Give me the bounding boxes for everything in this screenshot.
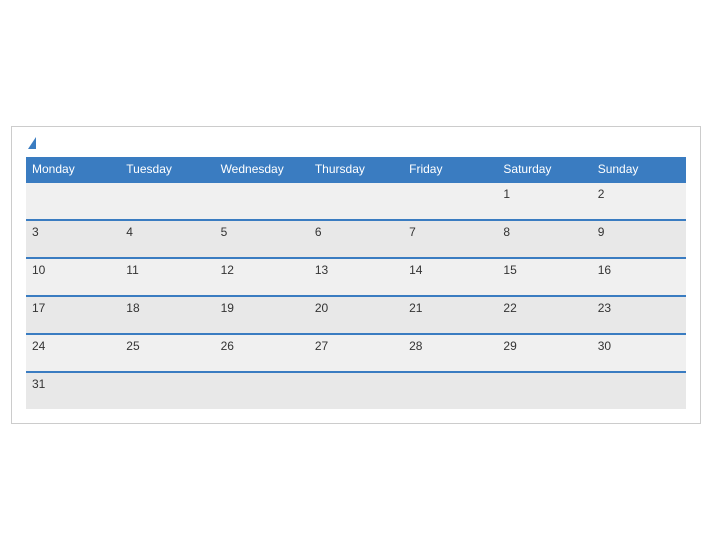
calendar-cell: 6 [309,220,403,258]
calendar-cell: 10 [26,258,120,296]
calendar-cell: 1 [497,182,591,220]
day-number: 8 [503,225,510,239]
calendar-cell: 20 [309,296,403,334]
day-number: 16 [598,263,611,277]
day-number: 26 [221,339,234,353]
calendar-cell: 13 [309,258,403,296]
calendar-cell: 19 [215,296,309,334]
calendar-cell: 17 [26,296,120,334]
day-number: 21 [409,301,422,315]
day-number: 15 [503,263,516,277]
day-number: 30 [598,339,611,353]
day-number: 11 [126,263,138,277]
weekday-header-thursday: Thursday [309,157,403,182]
calendar-cell: 12 [215,258,309,296]
calendar-thead: MondayTuesdayWednesdayThursdayFridaySatu… [26,157,686,182]
weekday-header-monday: Monday [26,157,120,182]
week-row-0: 12 [26,182,686,220]
calendar-cell [120,372,214,409]
calendar-cell: 15 [497,258,591,296]
calendar-cell: 24 [26,334,120,372]
calendar-cell: 7 [403,220,497,258]
calendar-container: MondayTuesdayWednesdayThursdayFridaySatu… [11,126,701,424]
calendar-cell: 14 [403,258,497,296]
day-number: 24 [32,339,45,353]
day-number: 1 [503,187,510,201]
day-number: 23 [598,301,611,315]
logo-triangle-icon [28,137,36,149]
day-number: 20 [315,301,328,315]
day-number: 31 [32,377,45,391]
weekday-header-sunday: Sunday [592,157,686,182]
calendar-cell: 22 [497,296,591,334]
day-number: 25 [126,339,139,353]
day-number: 13 [315,263,328,277]
day-number: 19 [221,301,234,315]
week-row-5: 31 [26,372,686,409]
weekday-header-friday: Friday [403,157,497,182]
day-number: 29 [503,339,516,353]
week-row-1: 3 4 5 6 7 8 9 [26,220,686,258]
day-number: 9 [598,225,605,239]
weekday-header-tuesday: Tuesday [120,157,214,182]
calendar-cell: 26 [215,334,309,372]
calendar-cell: 27 [309,334,403,372]
calendar-cell [309,182,403,220]
week-row-2: 10 11 12 13 14 15 16 [26,258,686,296]
day-number: 12 [221,263,234,277]
day-number: 28 [409,339,422,353]
calendar-cell [309,372,403,409]
calendar-cell [26,182,120,220]
day-number: 18 [126,301,139,315]
day-number: 27 [315,339,328,353]
day-number: 5 [221,225,228,239]
day-number: 7 [409,225,416,239]
weekday-header-wednesday: Wednesday [215,157,309,182]
calendar-cell: 8 [497,220,591,258]
calendar-cell: 21 [403,296,497,334]
calendar-header [26,137,686,151]
calendar-cell: 31 [26,372,120,409]
weekday-header-row: MondayTuesdayWednesdayThursdayFridaySatu… [26,157,686,182]
calendar-cell: 16 [592,258,686,296]
calendar-cell [120,182,214,220]
calendar-cell [215,372,309,409]
day-number: 22 [503,301,516,315]
day-number: 14 [409,263,422,277]
day-number: 6 [315,225,322,239]
day-number: 2 [598,187,605,201]
week-row-3: 17 18 19 20 21 22 23 [26,296,686,334]
calendar-cell [403,182,497,220]
calendar-cell: 23 [592,296,686,334]
calendar-cell [592,372,686,409]
logo-area [26,137,36,151]
calendar-cell: 25 [120,334,214,372]
day-number: 3 [32,225,39,239]
weekday-header-saturday: Saturday [497,157,591,182]
calendar-cell: 30 [592,334,686,372]
day-number: 10 [32,263,45,277]
calendar-cell: 11 [120,258,214,296]
calendar-cell: 18 [120,296,214,334]
week-row-4: 24 25 26 27 28 29 30 [26,334,686,372]
calendar-cell [403,372,497,409]
calendar-cell [215,182,309,220]
calendar-cell: 5 [215,220,309,258]
calendar-cell: 2 [592,182,686,220]
calendar-tbody: 1234567891011121314151617181920212223242… [26,182,686,409]
calendar-cell [497,372,591,409]
calendar-cell: 4 [120,220,214,258]
calendar-table: MondayTuesdayWednesdayThursdayFridaySatu… [26,157,686,409]
calendar-cell: 29 [497,334,591,372]
calendar-cell: 9 [592,220,686,258]
calendar-cell: 28 [403,334,497,372]
calendar-cell: 3 [26,220,120,258]
day-number: 4 [126,225,133,239]
day-number: 17 [32,301,45,315]
